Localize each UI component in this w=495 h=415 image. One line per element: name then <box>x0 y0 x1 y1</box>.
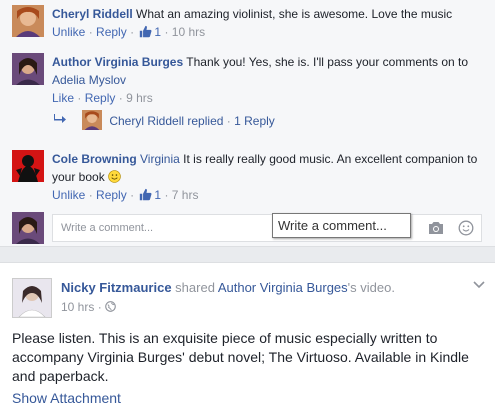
emoticon-icon[interactable] <box>458 220 474 236</box>
reply-link[interactable]: Reply <box>85 91 116 105</box>
avatar[interactable] <box>12 5 44 37</box>
post-action: shared <box>175 280 215 295</box>
replies-summary[interactable]: Cheryl Riddell replied · 1 Reply <box>54 110 275 130</box>
reply-arrow-icon <box>54 114 66 123</box>
comment-item: Cole Browning Virginia It is really real… <box>12 150 482 206</box>
reply-link[interactable]: Reply <box>96 25 127 39</box>
avatar[interactable] <box>82 110 102 130</box>
unlike-link[interactable]: Unlike <box>52 188 85 202</box>
smiley-emoji-icon <box>108 170 121 183</box>
post-target-link[interactable]: Author Virginia Burges <box>218 280 348 295</box>
thumbs-up-icon[interactable] <box>139 25 152 38</box>
shared-post: Nicky Fitzmaurice shared Author Virginia… <box>0 262 495 415</box>
comment-text: What an amazing violinist, she is awesom… <box>136 7 453 21</box>
comment-item: Cheryl Riddell What an amazing violinist… <box>12 5 482 45</box>
post-header: Nicky Fitzmaurice shared Author Virginia… <box>61 280 395 296</box>
post-author[interactable]: Nicky Fitzmaurice <box>61 280 172 295</box>
comment-actions: Like · Reply · 9 hrs <box>52 91 153 105</box>
comment-item: Author Virginia Burges Thank you! Yes, s… <box>12 53 482 109</box>
avatar[interactable] <box>12 53 44 85</box>
globe-icon <box>105 301 116 312</box>
comment-actions: Unlike · Reply · 1 · 7 hrs <box>52 188 199 202</box>
reply-verb[interactable]: replied <box>187 114 223 128</box>
comment-author[interactable]: Cole Browning <box>52 152 137 166</box>
post-body: Please listen. This is an exquisite piec… <box>12 330 469 384</box>
avatar <box>12 212 44 244</box>
unlike-link[interactable]: Unlike <box>52 25 85 39</box>
post-suffix: 's video. <box>347 280 395 295</box>
post-meta: 10 hrs · <box>61 300 116 314</box>
chevron-down-icon[interactable] <box>473 281 485 289</box>
composer-tooltip: Write a comment... <box>272 213 411 238</box>
comments-panel: Cheryl Riddell What an amazing violinist… <box>0 0 495 247</box>
comment-input[interactable]: Write a comment... <box>61 222 153 234</box>
reply-count-link[interactable]: 1 Reply <box>234 114 275 128</box>
comment-time[interactable]: 7 hrs <box>172 188 199 202</box>
comment-author[interactable]: Cheryl Riddell <box>52 7 133 21</box>
mention-link[interactable]: Virginia <box>140 152 180 166</box>
post-time[interactable]: 10 hrs <box>61 300 94 314</box>
comment-time[interactable]: 9 hrs <box>126 91 153 105</box>
avatar[interactable] <box>12 278 52 318</box>
avatar[interactable] <box>12 150 44 182</box>
camera-icon[interactable] <box>428 221 444 235</box>
reply-author[interactable]: Cheryl Riddell <box>109 114 184 128</box>
comment-time[interactable]: 10 hrs <box>172 25 205 39</box>
comment-actions: Unlike · Reply · 1 · 10 hrs <box>52 25 206 39</box>
comment-author[interactable]: Author Virginia Burges <box>52 55 183 69</box>
thumbs-up-icon[interactable] <box>139 188 152 201</box>
comment-text: Thank you! Yes, she is. I'll pass your c… <box>186 55 469 69</box>
mention-link[interactable]: Adelia Myslov <box>52 73 126 87</box>
show-attachment-link[interactable]: Show Attachment <box>12 390 121 406</box>
like-count[interactable]: 1 <box>154 25 161 39</box>
comment-composer[interactable]: Write a comment... <box>52 214 482 242</box>
reply-link[interactable]: Reply <box>96 188 127 202</box>
like-link[interactable]: Like <box>52 91 74 105</box>
like-count[interactable]: 1 <box>154 188 161 202</box>
